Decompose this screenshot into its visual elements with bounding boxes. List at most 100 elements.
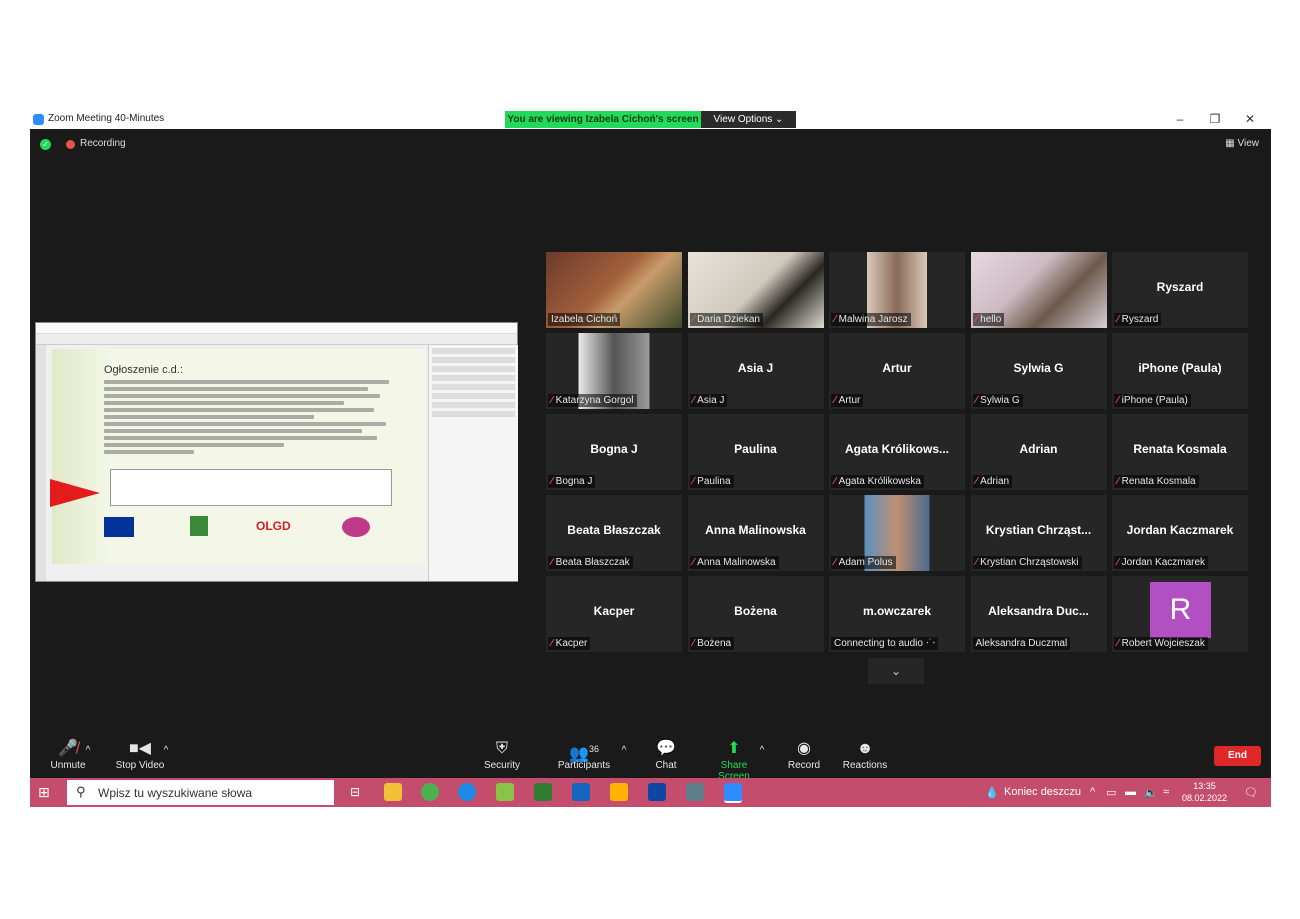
- participant-tile[interactable]: Aleksandra Duc... Aleksandra Duczmal: [970, 576, 1107, 652]
- battery-icon[interactable]: ▬: [1125, 786, 1136, 798]
- file-explorer-icon[interactable]: [384, 783, 402, 801]
- participant-tile[interactable]: Renata Kosmala ⁄ Renata Kosmala: [1112, 414, 1248, 490]
- participant-tile[interactable]: Agata Królikows... ⁄ Agata Królikowska: [829, 414, 965, 490]
- participant-label-text: hello: [980, 314, 1002, 325]
- participant-tile[interactable]: m.owczarek Connecting to audio ⋅˙⋅: [829, 576, 965, 652]
- participant-label-text: Beata Błaszczak: [555, 557, 630, 568]
- shared-app-tools-pane: [428, 345, 518, 581]
- wifi-icon[interactable]: ≈: [1163, 786, 1169, 798]
- excel-icon[interactable]: [534, 783, 552, 801]
- search-placeholder: Wpisz tu wyszukiwane słowa: [98, 786, 253, 800]
- clock-time: 13:35: [1193, 781, 1216, 791]
- participant-label: ⁄ Bożena: [689, 637, 735, 650]
- reactions-button[interactable]: ☻ Reactions: [842, 738, 888, 771]
- participant-tile[interactable]: Anna Malinowska ⁄ Anna Malinowska: [687, 495, 824, 571]
- grid-icon: ▦: [1225, 138, 1238, 149]
- participants-caret[interactable]: ^: [618, 740, 630, 762]
- tray-chevron-icon[interactable]: ^: [1090, 786, 1095, 798]
- mail-icon[interactable]: [610, 783, 628, 801]
- app-icon-gray[interactable]: [686, 783, 704, 801]
- taskbar-search-box[interactable]: ⚲ Wpisz tu wyszukiwane słowa: [67, 780, 334, 805]
- zoom-logo-icon: [33, 114, 44, 125]
- view-label: View: [1237, 138, 1260, 149]
- participant-tile[interactable]: Izabela Cichoń: [546, 252, 682, 328]
- participant-tile[interactable]: Ryszard ⁄ Ryszard: [1112, 252, 1248, 328]
- muted-mic-icon: ⁄: [551, 557, 553, 568]
- participant-name: m.owczarek: [862, 604, 932, 618]
- zoom-taskbar-icon[interactable]: [724, 783, 742, 803]
- chrome-icon[interactable]: [421, 783, 439, 801]
- app-icon-green[interactable]: [496, 783, 514, 801]
- muted-mic-icon: ⁄: [834, 395, 836, 406]
- share-options-caret[interactable]: ^: [756, 740, 768, 762]
- participant-tile[interactable]: ⁄ hello: [970, 252, 1107, 328]
- participant-tile[interactable]: ⁄ Malwina Jarosz: [829, 252, 965, 328]
- participant-label-text: Adrian: [980, 476, 1010, 487]
- participant-name: Bogna J: [590, 442, 638, 456]
- record-button[interactable]: ◉ Record: [784, 738, 824, 771]
- participant-tile[interactable]: Adrian ⁄ Adrian: [970, 414, 1107, 490]
- muted-mic-icon: ⁄: [975, 314, 978, 325]
- network-icon[interactable]: ▭: [1106, 786, 1116, 799]
- participant-tile[interactable]: iPhone (Paula) ⁄ iPhone (Paula): [1112, 333, 1248, 409]
- video-options-caret[interactable]: ^: [160, 740, 172, 762]
- participant-name: Renata Kosmala: [1133, 442, 1227, 456]
- participant-tile[interactable]: ⁄ Daria Dziekan: [687, 252, 824, 328]
- participant-label: ⁄ Robert Wojcieszak: [1114, 637, 1208, 650]
- participants-button[interactable]: 👥36 Participants: [556, 738, 612, 771]
- participant-label-text: Adam Polus: [838, 557, 893, 568]
- security-button[interactable]: ⛨ Security: [482, 738, 522, 771]
- participant-tile[interactable]: Bogna J ⁄ Bogna J: [546, 414, 682, 490]
- share-screen-button[interactable]: ⬆ Share Screen: [704, 738, 764, 782]
- participant-tile[interactable]: Kacper ⁄ Kacper: [546, 576, 682, 652]
- participant-tile[interactable]: Paulina ⁄ Paulina: [687, 414, 824, 490]
- close-button[interactable]: ✕: [1240, 111, 1260, 128]
- window-title: Zoom Meeting 40-Minutes: [48, 113, 165, 124]
- participant-name: iPhone (Paula): [1138, 361, 1222, 375]
- viewing-banner: You are viewing Izabela Cichoń's screen: [505, 111, 701, 128]
- participant-label-text: iPhone (Paula): [1121, 395, 1188, 406]
- weather-text[interactable]: Koniec deszczu: [1004, 786, 1081, 798]
- participant-avatar: R: [1150, 582, 1211, 638]
- eu-flag-icon: [104, 517, 134, 537]
- participant-tile[interactable]: Beata Błaszczak ⁄ Beata Błaszczak: [546, 495, 682, 571]
- notification-icon[interactable]: 🗨: [1244, 786, 1258, 799]
- restore-button[interactable]: ❐: [1205, 111, 1225, 128]
- audio-options-caret[interactable]: ^: [82, 740, 94, 762]
- participant-label: ⁄ Adrian: [972, 475, 1013, 488]
- participant-tile[interactable]: R ⁄ Robert Wojcieszak: [1112, 576, 1248, 652]
- participant-tile[interactable]: Sylwia G ⁄ Sylwia G: [970, 333, 1107, 409]
- record-icon: ◉: [797, 740, 811, 757]
- participant-label-text: Malwina Jarosz: [838, 314, 908, 325]
- participant-tile[interactable]: Artur ⁄ Artur: [829, 333, 965, 409]
- view-button[interactable]: ▦ View: [1225, 138, 1259, 149]
- word-icon[interactable]: [572, 783, 590, 801]
- end-meeting-button[interactable]: End: [1214, 746, 1261, 766]
- title-bar: Zoom Meeting 40-Minutes You are viewing …: [30, 110, 1271, 129]
- app-icon-blue[interactable]: [648, 783, 666, 801]
- taskbar-clock[interactable]: 13:35 08.02.2022: [1182, 780, 1227, 804]
- participant-label-text: Asia J: [697, 395, 725, 406]
- participant-tile[interactable]: Krystian Chrząst... ⁄ Krystian Chrząstowsk…: [970, 495, 1107, 571]
- task-view-icon[interactable]: ⊟: [346, 783, 364, 801]
- windows-start-icon[interactable]: ⊞: [38, 784, 54, 800]
- muted-mic-icon: ⁄: [692, 395, 695, 406]
- participant-tile[interactable]: Bożena ⁄ Bożena: [687, 576, 824, 652]
- participant-label-text: Ryszard: [1121, 314, 1159, 325]
- caret-up-icon: ^: [621, 745, 627, 756]
- participant-tile[interactable]: ⁄ Adam Polus: [829, 495, 965, 571]
- view-options-button[interactable]: View Options ⌄: [701, 111, 796, 128]
- participant-tile[interactable]: Jordan Kaczmarek ⁄ Jordan Kaczmarek: [1112, 495, 1248, 571]
- shared-screen[interactable]: Ogłoszenie c.d.: OLGD: [35, 322, 518, 582]
- volume-icon[interactable]: 🔈: [1144, 786, 1158, 799]
- participant-label: ⁄ Renata Kosmala: [1114, 475, 1199, 488]
- participant-tile[interactable]: Asia J ⁄ Asia J: [687, 333, 824, 409]
- edge-icon[interactable]: [458, 783, 476, 801]
- security-shield-icon[interactable]: ✓: [40, 139, 51, 150]
- chat-button[interactable]: 💬 Chat: [650, 738, 682, 771]
- participant-name: Asia J: [737, 361, 774, 375]
- participant-tile[interactable]: ⁄ Katarzyna Gorgol: [546, 333, 682, 409]
- participant-name: Ryszard: [1156, 280, 1204, 294]
- chevron-down-icon[interactable]: ⌄: [868, 658, 924, 684]
- minimize-button[interactable]: –: [1170, 111, 1190, 128]
